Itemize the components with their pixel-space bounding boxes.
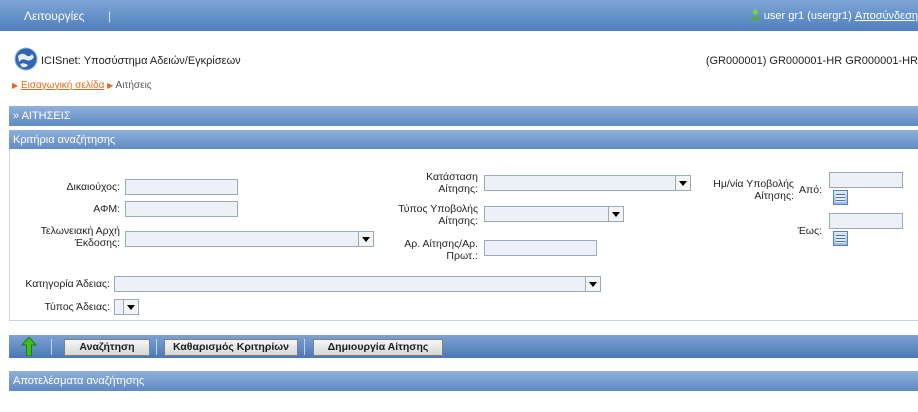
top-menu-bar: Λειτουργίες | user gr1 (usergr1) Αποσύνδ…	[0, 0, 918, 31]
criteria-section-title: Κριτήρια αναζήτησης	[13, 134, 116, 146]
toolbar-separator	[156, 339, 157, 355]
breadcrumb-arrow-icon: ▶	[107, 81, 114, 90]
license-category-select[interactable]	[114, 276, 601, 292]
user-icon	[750, 9, 761, 20]
globe-logo-icon	[14, 47, 38, 71]
breadcrumb-arrow-icon: ▶	[12, 81, 19, 90]
submission-type-label: Τύπος Υποβολής Αίτησης:	[398, 203, 478, 227]
app-title: ICISnet: Υποσύστημα Αδειών/Εγκρίσεων	[41, 55, 241, 67]
status-select[interactable]	[484, 175, 691, 191]
clear-criteria-button[interactable]: Καθαρισμός Κριτηρίων	[164, 339, 298, 356]
application-number-label: Αρ. Αίτησης/Αρ. Πρωτ.:	[404, 238, 478, 262]
page-section-title: » ΑΙΤΗΣΕΙΣ	[13, 110, 71, 122]
date-to-input[interactable]	[829, 213, 903, 229]
menu-separator: |	[108, 9, 112, 23]
create-application-button[interactable]: Δημιουργία Αίτησης	[313, 339, 443, 356]
toolbar-separator	[304, 339, 305, 355]
chevron-down-icon[interactable]	[123, 300, 138, 314]
organization-code: (GR000001) GR000001-HR GR000001-HR	[705, 55, 918, 67]
beneficiary-label: Δικαιούχος:	[66, 181, 121, 193]
page-section-header: » ΑΙΤΗΣΕΙΣ	[9, 106, 918, 126]
customs-authority-select[interactable]	[125, 231, 374, 247]
breadcrumb: ▶ Εισαγωγική σελίδα ▶ Αιτήσεις	[12, 80, 152, 91]
submission-date-label: Ημ/νία Υποβολής Αίτησης:	[713, 178, 794, 202]
chevron-down-icon[interactable]	[675, 176, 690, 190]
breadcrumb-current: Αιτήσεις	[115, 80, 152, 91]
afm-label: ΑΦΜ:	[93, 203, 120, 215]
operations-menu[interactable]: Λειτουργίες	[24, 9, 84, 23]
submission-type-select[interactable]	[484, 206, 624, 222]
results-section-title: Αποτελέσματα αναζήτησης	[13, 375, 145, 387]
date-from-input[interactable]	[829, 172, 903, 188]
user-name: user gr1 (usergr1)	[763, 10, 852, 22]
criteria-section-header: Κριτήρια αναζήτησης	[9, 130, 918, 150]
customs-authority-label: Τελωνειακή Αρχή Έκδοσης:	[40, 225, 120, 249]
license-type-select[interactable]	[114, 299, 139, 315]
license-category-label: Κατηγορία Άδειας:	[25, 278, 110, 290]
chevron-down-icon[interactable]	[608, 207, 623, 221]
breadcrumb-home-link[interactable]: Εισαγωγική σελίδα	[21, 80, 104, 91]
license-type-label: Τύπος Άδειας:	[44, 301, 111, 313]
logout-link[interactable]: Αποσύνδεση	[855, 10, 918, 22]
search-button[interactable]: Αναζήτηση	[64, 339, 150, 356]
user-info: user gr1 (usergr1) Αποσύνδεση	[750, 9, 918, 22]
status-label: Κατάσταση Αίτησης:	[426, 171, 478, 195]
chevron-down-icon[interactable]	[585, 277, 600, 291]
date-from-label: Από:	[798, 184, 822, 196]
beneficiary-input[interactable]	[125, 179, 238, 195]
application-number-input[interactable]	[484, 240, 597, 256]
results-section-header: Αποτελέσματα αναζήτησης	[9, 371, 918, 391]
toolbar-separator	[51, 339, 52, 355]
afm-input[interactable]	[125, 201, 238, 217]
green-arrow-up-icon[interactable]	[21, 337, 37, 356]
calendar-from-icon[interactable]	[833, 190, 848, 205]
action-toolbar: Αναζήτηση Καθαρισμός Κριτηρίων Δημιουργί…	[9, 335, 918, 358]
date-to-label: Έως:	[797, 225, 822, 237]
calendar-to-icon[interactable]	[833, 231, 848, 246]
